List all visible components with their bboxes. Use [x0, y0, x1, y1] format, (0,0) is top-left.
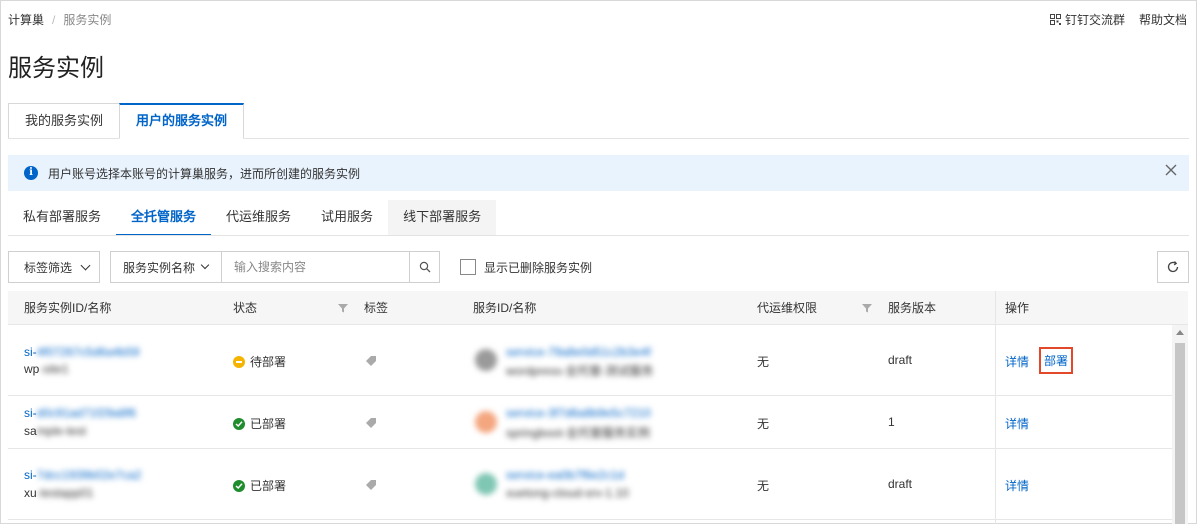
- chevron-down-icon: [80, 260, 91, 270]
- close-icon[interactable]: [1163, 164, 1179, 180]
- service-id[interactable]: service-79a8e0d51c2b3e4f: [506, 345, 651, 359]
- show-deleted-label: 显示已删除服务实例: [484, 260, 593, 275]
- details-link[interactable]: 详情: [1005, 353, 1029, 370]
- service-id[interactable]: service-3f7d6a8b9e5c7210: [506, 406, 651, 420]
- service-version: 1: [888, 415, 895, 429]
- service-name: xuetong-cloud-srv-1.10: [506, 486, 629, 500]
- dingtalk-link[interactable]: 钉钉交流群: [1049, 11, 1125, 28]
- search-group: 服务实例名称: [110, 251, 441, 283]
- instance-name: xu-testapp01: [24, 486, 94, 500]
- service-name: wordpress-全托管-测试服务: [506, 364, 654, 378]
- subtabs-divider: [8, 235, 1189, 236]
- table-header: 服务实例ID/名称 状态 标签 服务ID/名称 代运维权限 服务版本 操作: [8, 291, 1188, 325]
- top-bar: 计算巢 / 服务实例 钉钉交流群 帮助文档: [0, 0, 1197, 40]
- tag-edit-icon[interactable]: [365, 355, 377, 367]
- service-version: draft: [888, 353, 913, 367]
- pending-icon: [233, 355, 245, 368]
- service-name: springboot-全托管服务实例: [506, 426, 651, 440]
- table-scrollbar[interactable]: [1172, 325, 1188, 524]
- search-field-select[interactable]: 服务实例名称: [110, 251, 223, 283]
- top-links: 钉钉交流群 帮助文档: [1049, 11, 1187, 28]
- check-circle-icon: [233, 479, 245, 492]
- service-id[interactable]: service-ea0b7f6e2c1d: [506, 468, 624, 482]
- scroll-up-icon[interactable]: [1176, 330, 1184, 335]
- help-docs-link[interactable]: 帮助文档: [1139, 11, 1187, 28]
- subtab-offline-deploy[interactable]: 线下部署服务: [388, 200, 497, 236]
- status-badge: 已部署: [233, 415, 286, 432]
- filter-icon[interactable]: [338, 303, 348, 313]
- deploy-link[interactable]: 部署: [1039, 347, 1074, 374]
- qr-code-icon: [1049, 14, 1061, 25]
- status-badge: 待部署: [233, 353, 286, 370]
- col-version: 服务版本: [888, 301, 937, 315]
- instance-id[interactable]: si-d0c91ad71f29a8f6: [24, 406, 136, 420]
- info-notice: i 用户账号选择本账号的计算巢服务，进而所创建的服务实例: [8, 155, 1189, 191]
- scrollbar-thumb[interactable]: [1175, 343, 1185, 524]
- instance-id[interactable]: si-4f07267c5d6a4b59: [24, 345, 139, 359]
- details-link[interactable]: 详情: [1005, 415, 1029, 432]
- tab-my-instances[interactable]: 我的服务实例: [8, 103, 121, 139]
- show-deleted-checkbox[interactable]: 显示已删除服务实例: [460, 259, 592, 276]
- actions-column-divider: [995, 291, 996, 524]
- service-type-tabs: 私有部署服务 全托管服务 代运维服务 试用服务 线下部署服务: [8, 200, 497, 236]
- instances-table: 服务实例ID/名称 状态 标签 服务ID/名称 代运维权限 服务版本 操作 si…: [8, 291, 1188, 524]
- col-actions: 操作: [1005, 301, 1030, 315]
- instance-id[interactable]: si-7dcc1939b02e7ca2: [24, 468, 141, 482]
- breadcrumb-root[interactable]: 计算巢: [8, 11, 44, 28]
- refresh-icon: [1167, 261, 1179, 273]
- chevron-down-icon: [200, 260, 210, 270]
- filter-icon[interactable]: [862, 303, 872, 313]
- main-tabs: 我的服务实例 用户的服务实例: [8, 103, 245, 139]
- service-version: draft: [888, 477, 913, 491]
- check-circle-icon: [233, 417, 245, 430]
- search-input[interactable]: [222, 251, 411, 283]
- tag-filter-dropdown[interactable]: 标签筛选: [8, 251, 101, 283]
- breadcrumb-separator: /: [52, 12, 56, 27]
- subtab-private-deploy[interactable]: 私有部署服务: [8, 200, 116, 236]
- col-service: 服务ID/名称: [473, 301, 537, 315]
- filter-bar: 标签筛选 服务实例名称 显示已删除服务实例: [8, 251, 592, 283]
- tag-edit-icon[interactable]: [365, 479, 377, 491]
- notice-text: 用户账号选择本账号的计算巢服务，进而所创建的服务实例: [48, 166, 361, 181]
- refresh-button[interactable]: [1157, 251, 1189, 283]
- page-title: 服务实例: [8, 55, 104, 82]
- breadcrumb: 计算巢 / 服务实例: [8, 11, 111, 28]
- breadcrumb-current: 服务实例: [63, 13, 112, 27]
- instance-name: sample-test: [24, 424, 87, 438]
- table-row: si-d0c91ad71f29a8f6 sample-test 已部署 serv…: [8, 396, 1188, 449]
- details-link[interactable]: 详情: [1005, 477, 1029, 494]
- search-icon: [419, 261, 430, 273]
- instance-name: wp-site1: [24, 362, 69, 376]
- ops-permission: 无: [757, 417, 770, 431]
- col-tags: 标签: [364, 301, 389, 315]
- dingtalk-label: 钉钉交流群: [1064, 13, 1125, 27]
- col-status: 状态: [233, 301, 258, 315]
- service-avatar: [475, 349, 497, 371]
- subtab-managed-ops[interactable]: 代运维服务: [211, 200, 306, 236]
- col-ops-permission: 代运维权限: [757, 301, 818, 315]
- ops-permission: 无: [757, 479, 770, 493]
- tab-user-instances[interactable]: 用户的服务实例: [119, 103, 245, 139]
- search-field-label: 服务实例名称: [123, 260, 196, 275]
- service-avatar: [475, 411, 497, 433]
- service-avatar: [475, 473, 497, 495]
- tag-edit-icon[interactable]: [365, 417, 377, 429]
- table-row: si-4f07267c5d6a4b59 wp-site1 待部署 service…: [8, 325, 1188, 396]
- tag-filter-label: 标签筛选: [24, 260, 73, 275]
- search-button[interactable]: [410, 251, 441, 283]
- col-instance: 服务实例ID/名称: [24, 301, 112, 315]
- status-badge: 已部署: [233, 477, 286, 494]
- checkbox-box[interactable]: [460, 259, 477, 275]
- table-row: si-7dcc1939b02e7ca2 xu-testapp01 已部署 ser…: [8, 449, 1188, 520]
- info-icon: i: [24, 166, 38, 180]
- subtab-fully-managed[interactable]: 全托管服务: [116, 200, 212, 236]
- subtab-trial[interactable]: 试用服务: [306, 200, 388, 236]
- ops-permission: 无: [757, 355, 770, 369]
